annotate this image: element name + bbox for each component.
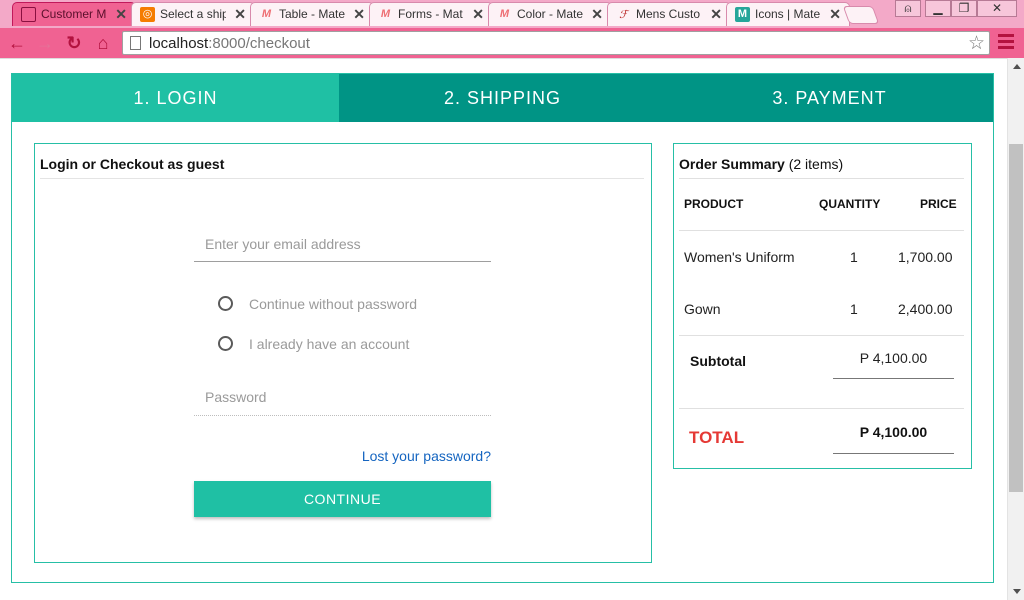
user-icon[interactable]: ⍝ xyxy=(895,0,921,17)
checkout-panel: 1. LOGIN 2. SHIPPING 3. PAYMENT Login or… xyxy=(11,73,994,583)
scroll-thumb[interactable] xyxy=(1009,144,1023,492)
divider xyxy=(833,453,954,454)
radio-continue-without-password[interactable]: Continue without password xyxy=(218,295,478,315)
item-price: 1,700.00 xyxy=(898,249,953,265)
divider xyxy=(679,230,964,231)
divider xyxy=(0,58,1007,59)
browser-toolbar: ← → ↻ ⌂ localhost:8000/checkout ☆ xyxy=(0,28,1024,58)
new-tab-button[interactable] xyxy=(842,6,880,24)
url-text: localhost:8000/checkout xyxy=(149,35,310,52)
menu-icon[interactable] xyxy=(998,34,1014,52)
password-field[interactable] xyxy=(194,378,491,416)
divider xyxy=(40,178,644,179)
browser-tab[interactable]: ℱ Mens Custo ✕ xyxy=(607,2,731,26)
page-icon xyxy=(21,7,36,22)
divider xyxy=(679,178,964,179)
close-icon[interactable]: ✕ xyxy=(234,6,246,23)
item-price: 2,400.00 xyxy=(898,301,953,317)
radio-label: Continue without password xyxy=(249,296,418,312)
total-value: P 4,100.00 xyxy=(859,424,928,440)
browser-tab[interactable]: M Forms - Mat ✕ xyxy=(369,2,493,26)
tab-title: Mens Custo xyxy=(636,7,701,21)
close-icon[interactable]: ✕ xyxy=(829,6,841,23)
browser-tab[interactable]: Customer M ✕ xyxy=(12,2,136,26)
script-logo-icon: ℱ xyxy=(619,8,628,21)
item-count: (2 items) xyxy=(788,156,844,172)
materialize-m-icon: M xyxy=(735,7,750,22)
radio-button[interactable] xyxy=(218,336,233,351)
radio-have-account[interactable]: I already have an account xyxy=(218,335,478,355)
page-icon xyxy=(130,36,141,50)
continue-button[interactable]: CONTINUE xyxy=(194,481,491,517)
subtotal-value: P 4,100.00 xyxy=(859,350,928,366)
item-product: Women's Uniform xyxy=(684,249,795,265)
tab-title: Forms - Mat xyxy=(398,7,463,21)
close-icon[interactable]: ✕ xyxy=(353,6,365,23)
tab-login[interactable]: 1. LOGIN xyxy=(12,74,339,122)
radio-label: I already have an account xyxy=(249,336,410,352)
column-header-quantity: QUANTITY xyxy=(819,197,881,211)
browser-tab[interactable]: M Color - Mate ✕ xyxy=(488,2,612,26)
close-window-button[interactable]: ✕ xyxy=(977,0,1017,17)
divider xyxy=(833,378,954,379)
forward-icon[interactable]: → xyxy=(34,32,56,54)
tab-title: Table - Mate xyxy=(279,7,345,21)
scrollbar[interactable] xyxy=(1007,58,1024,600)
divider xyxy=(679,408,964,409)
tab-shipping[interactable]: 2. SHIPPING xyxy=(339,74,666,122)
url-host: localhost xyxy=(149,35,209,52)
login-card: Login or Checkout as guest Continue with… xyxy=(34,143,652,563)
tab-title: Customer M xyxy=(41,7,107,21)
bookmark-star-icon[interactable]: ☆ xyxy=(968,32,985,55)
close-icon[interactable]: ✕ xyxy=(591,6,603,23)
back-icon[interactable]: ← xyxy=(6,32,28,54)
order-summary: Order Summary (2 items) PRODUCT QUANTITY… xyxy=(673,143,972,469)
tab-title: Icons | Mate xyxy=(755,7,821,21)
summary-title: Order Summary (2 items) xyxy=(679,156,843,172)
close-icon[interactable]: ✕ xyxy=(115,6,127,23)
close-icon[interactable]: ✕ xyxy=(472,6,484,23)
item-quantity: 1 xyxy=(850,301,858,317)
tab-title: Color - Mate xyxy=(517,7,583,21)
materialize-icon: M xyxy=(261,8,272,20)
minimize-button[interactable]: ▁ xyxy=(925,0,951,17)
divider xyxy=(679,335,964,336)
scroll-down-icon[interactable] xyxy=(1013,589,1021,594)
radio-button[interactable] xyxy=(218,296,233,311)
browser-tab[interactable]: ◎ Select a ship ✕ xyxy=(131,2,255,26)
login-title: Login or Checkout as guest xyxy=(40,156,225,172)
scroll-up-icon[interactable] xyxy=(1013,64,1021,69)
column-header-price: PRICE xyxy=(920,197,957,211)
reload-icon[interactable]: ↻ xyxy=(63,32,85,54)
subtotal-label: Subtotal xyxy=(690,353,746,369)
materialize-icon: M xyxy=(499,8,510,20)
tab-strip: Customer M ✕ ◎ Select a ship ✕ M Table -… xyxy=(0,0,1024,28)
materialize-icon: M xyxy=(380,8,391,20)
email-field[interactable] xyxy=(194,226,491,262)
url-path: :8000/checkout xyxy=(208,35,310,52)
tab-payment[interactable]: 3. PAYMENT xyxy=(666,74,993,122)
checkout-steps: 1. LOGIN 2. SHIPPING 3. PAYMENT xyxy=(12,74,993,122)
close-icon[interactable]: ✕ xyxy=(710,6,722,23)
browser-tab[interactable]: M Table - Mate ✕ xyxy=(250,2,374,26)
browser-tab[interactable]: M Icons | Mate ✕ xyxy=(726,2,850,26)
item-product: Gown xyxy=(684,301,721,317)
home-icon[interactable]: ⌂ xyxy=(92,32,114,54)
item-quantity: 1 xyxy=(850,249,858,265)
column-header-product: PRODUCT xyxy=(684,197,744,211)
restore-button[interactable]: ❐ xyxy=(951,0,977,17)
tab-title: Select a ship xyxy=(160,7,226,21)
summary-title-text: Order Summary xyxy=(679,156,785,172)
address-bar[interactable]: localhost:8000/checkout ☆ xyxy=(122,31,990,55)
shipping-logo-icon: ◎ xyxy=(140,7,155,22)
total-label: TOTAL xyxy=(689,428,745,447)
lost-password-link[interactable]: Lost your password? xyxy=(355,448,491,464)
